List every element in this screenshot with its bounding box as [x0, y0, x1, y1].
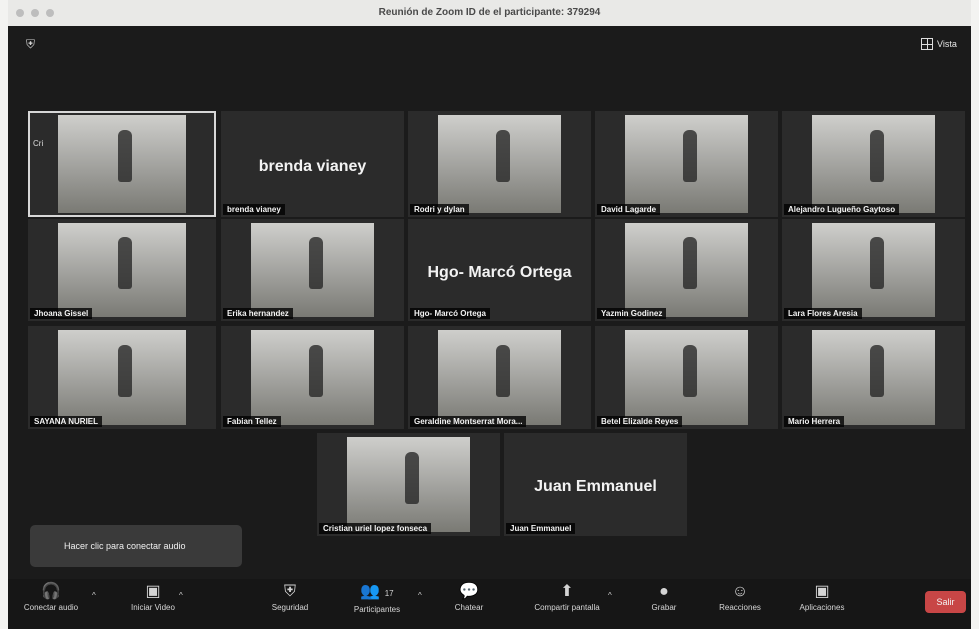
chat-button[interactable]: 💬 Chatear: [444, 581, 494, 612]
apps-icon: ▣: [814, 583, 830, 600]
participant-tile-14[interactable]: Betel Elizalde Reyes: [595, 326, 778, 429]
participant-tile-7[interactable]: Erika hernandez: [221, 219, 404, 321]
participant-tile-15[interactable]: Mario Herrera: [782, 326, 965, 429]
shield-icon[interactable]: ⛨: [26, 38, 38, 50]
chat-icon: 💬: [459, 583, 479, 600]
connect-audio-prompt[interactable]: Hacer clic para conectar audio: [30, 525, 242, 567]
participant-name: Jhoana Gissel: [30, 308, 93, 319]
participant-name: Yazmin Godinez: [597, 308, 667, 319]
minimize-window-icon[interactable]: [31, 9, 39, 17]
participant-tile-9[interactable]: Yazmin Godinez: [595, 219, 778, 321]
chevron-up-icon[interactable]: ^: [418, 591, 422, 600]
apps-label: Aplicaciones: [799, 603, 845, 612]
security-label: Seguridad: [271, 603, 309, 612]
connect-audio-label: Conectar audio: [23, 603, 79, 612]
participant-tile-1[interactable]: Cri: [28, 111, 216, 217]
apps-button[interactable]: ▣ Aplicaciones: [783, 581, 861, 612]
participant-display-name: Juan Emmanuel: [534, 478, 657, 496]
window-title: Reunión de Zoom ID de el participante: 3…: [378, 7, 601, 18]
participant-tile-6[interactable]: Jhoana Gissel: [28, 219, 216, 321]
headphones-icon: 🎧: [41, 583, 61, 600]
participant-tile-11[interactable]: SAYANA NURIEL: [28, 326, 216, 429]
participant-name: Geraldine Montserrat Mora...: [410, 416, 527, 427]
participant-name: David Lagarde: [597, 204, 661, 215]
start-video-button[interactable]: ▣ Iniciar Video: [120, 581, 186, 612]
participant-tile-17[interactable]: Juan Emmanuel Juan Emmanuel: [504, 433, 687, 536]
participant-name: SAYANA NURIEL: [30, 416, 103, 427]
reactions-label: Reacciones: [719, 603, 761, 612]
zoom-window: Reunión de Zoom ID de el participante: 3…: [8, 0, 971, 629]
chat-label: Chatear: [454, 603, 484, 612]
participant-name: brenda vianey: [223, 204, 285, 215]
close-window-icon[interactable]: [16, 9, 24, 17]
participant-tile-2[interactable]: brenda vianey brenda vianey: [221, 111, 404, 217]
chevron-up-icon[interactable]: ^: [92, 591, 96, 600]
leave-button[interactable]: Salir: [925, 591, 966, 613]
chevron-up-icon[interactable]: ^: [608, 591, 612, 600]
participant-name: Lara Flores Aresia: [784, 308, 862, 319]
view-label: Vista: [937, 39, 957, 49]
participant-name: Betel Elizalde Reyes: [597, 416, 683, 427]
grid-view-icon: [921, 38, 933, 50]
participant-name: Alejandro Lugueño Gaytoso: [784, 204, 900, 215]
chevron-up-icon[interactable]: ^: [179, 591, 183, 600]
participant-tile-4[interactable]: David Lagarde: [595, 111, 778, 217]
participant-name: Cristian uriel lopez fonseca: [319, 523, 432, 534]
participant-name: Fabian Tellez: [223, 416, 281, 427]
meeting-toolbar: 🎧 Conectar audio ^ ▣ Iniciar Video ^ ⛨ S…: [8, 579, 971, 629]
window-titlebar: Reunión de Zoom ID de el participante: 3…: [8, 0, 971, 26]
start-video-label: Iniciar Video: [131, 603, 175, 612]
participant-tile-10[interactable]: Lara Flores Aresia: [782, 219, 965, 321]
connect-audio-button[interactable]: 🎧 Conectar audio: [18, 581, 84, 612]
participant-tag: Cri: [33, 139, 44, 148]
participant-name: Erika hernandez: [223, 308, 293, 319]
participant-tile-8[interactable]: Hgo- Marcó Ortega Hgo- Marcó Ortega: [408, 219, 591, 321]
participant-tile-12[interactable]: Fabian Tellez: [221, 326, 404, 429]
reaction-icon: ☺: [731, 583, 749, 600]
participant-tile-13[interactable]: Geraldine Montserrat Mora...: [408, 326, 591, 429]
video-off-icon: ▣: [145, 583, 161, 600]
record-label: Grabar: [651, 603, 677, 612]
maximize-window-icon[interactable]: [46, 9, 54, 17]
participant-name: Rodri y dylan: [410, 204, 469, 215]
participant-tile-3[interactable]: Rodri y dylan: [408, 111, 591, 217]
record-icon: ●: [659, 583, 669, 600]
participant-tile-5[interactable]: Alejandro Lugueño Gaytoso: [782, 111, 965, 217]
participant-name: Hgo- Marcó Ortega: [410, 308, 491, 319]
participant-display-name: brenda vianey: [258, 157, 367, 175]
record-button[interactable]: ● Grabar: [637, 581, 691, 612]
participant-name: Mario Herrera: [784, 416, 845, 427]
participant-name: Juan Emmanuel: [506, 523, 576, 534]
participants-button[interactable]: 👥 17 Participantes: [338, 581, 416, 614]
share-screen-icon: ⬆: [560, 583, 574, 600]
window-controls: [16, 9, 54, 17]
security-button[interactable]: ⛨ Seguridad: [259, 581, 321, 612]
share-screen-label: Compartir pantalla: [534, 603, 600, 612]
participants-count: 17: [384, 589, 394, 598]
reactions-button[interactable]: ☺ Reacciones: [705, 581, 775, 612]
participants-icon: 👥 17: [360, 583, 394, 600]
shield-icon: ⛨: [283, 583, 296, 600]
participants-label: Participantes: [353, 605, 401, 614]
participant-tile-16[interactable]: Cristian uriel lopez fonseca: [317, 433, 500, 536]
view-button[interactable]: Vista: [921, 36, 967, 52]
share-screen-button[interactable]: ⬆ Compartir pantalla: [515, 581, 619, 612]
participant-display-name: Hgo- Marcó Ortega: [427, 263, 572, 281]
